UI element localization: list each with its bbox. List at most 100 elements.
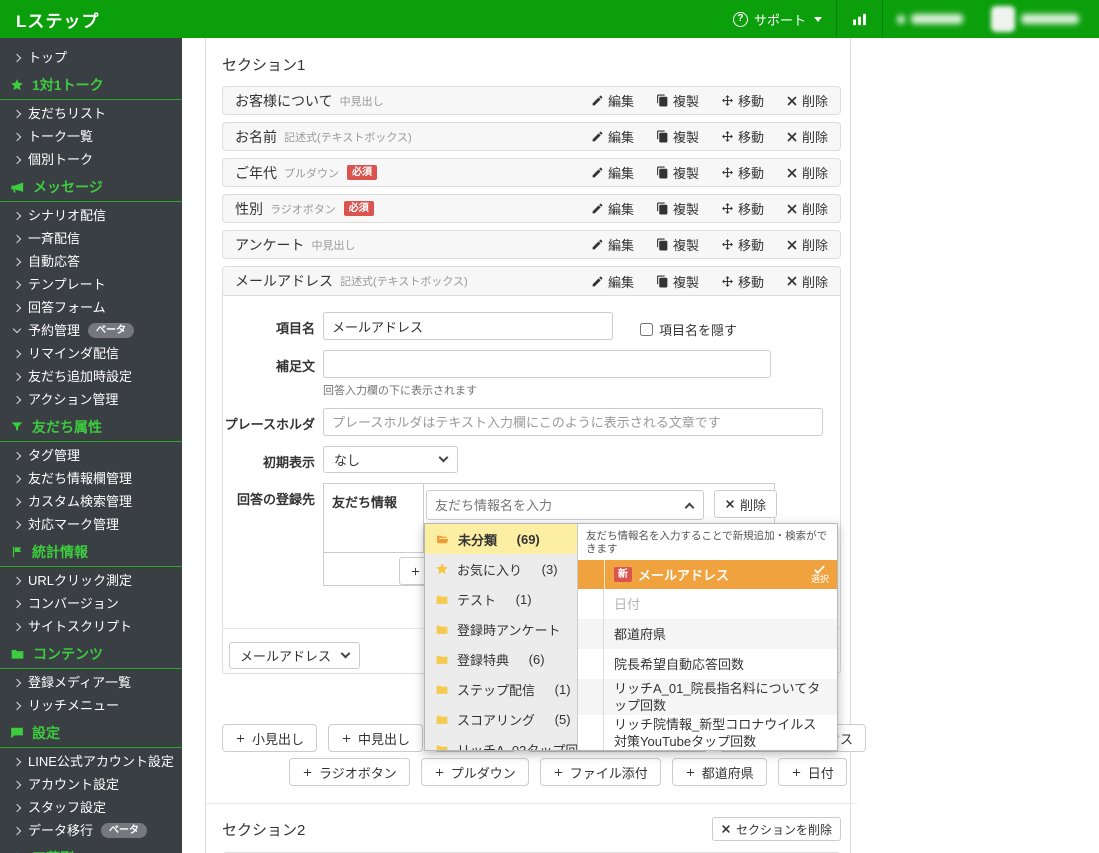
sidebar-item-friend-list[interactable]: 友だちリスト <box>0 102 182 125</box>
duplicate-button[interactable]: 複製 <box>656 163 699 182</box>
delete-button[interactable]: 削除 <box>786 127 828 146</box>
sidebar-item-conversion[interactable]: コンバージョン <box>0 592 182 615</box>
app-logo[interactable]: Lステップ <box>0 7 115 32</box>
edit-button[interactable]: 編集 <box>591 91 634 110</box>
field-type-select[interactable]: メールアドレス <box>229 642 360 669</box>
sidebar-item-template[interactable]: テンプレート <box>0 273 182 296</box>
add-radio-button[interactable]: ラジオボタン <box>289 758 410 786</box>
sidebar-item-mark-manage[interactable]: 対応マーク管理 <box>0 513 182 536</box>
sidebar-item-data-migration[interactable]: データ移行 ベータ <box>0 819 182 842</box>
category-uncategorized[interactable]: 未分類 (69) <box>425 524 577 554</box>
sidebar-item-answer-form[interactable]: 回答フォーム <box>0 296 182 319</box>
sidebar-item-line-official[interactable]: LINE公式アカウント設定 <box>0 750 182 773</box>
dropdown-selected-item[interactable]: 新 メールアドレス 選択 <box>578 560 837 589</box>
form-row-age[interactable]: ご年代 プルダウン 必須 編集 複製 移動 削除 <box>222 158 841 187</box>
sidebar-item-friend-info-manage[interactable]: 友だち情報欄管理 <box>0 467 182 490</box>
form-row-survey-heading[interactable]: アンケート 中見出し 編集 複製 移動 削除 <box>222 230 841 259</box>
category-registration-survey[interactable]: 登録時アンケート (6) <box>425 614 577 644</box>
destination-delete-button[interactable]: 削除 <box>714 490 778 518</box>
dropdown-item[interactable]: 都道府県 <box>578 619 837 649</box>
sidebar-item-tag-manage[interactable]: タグ管理 <box>0 444 182 467</box>
add-medium-heading-button[interactable]: 中見出し <box>328 724 424 752</box>
duplicate-button[interactable]: 複製 <box>656 91 699 110</box>
add-prefecture-button[interactable]: 都道府県 <box>671 758 767 786</box>
form-row-gender[interactable]: 性別 ラジオボタン 必須 編集 複製 移動 削除 <box>222 194 841 223</box>
move-button[interactable]: 移動 <box>721 199 764 218</box>
sidebar-item-reservation[interactable]: 予約管理 ベータ <box>0 319 182 342</box>
duplicate-button[interactable]: 複製 <box>656 199 699 218</box>
category-rich-a03[interactable]: リッチA_03タップ回数 <box>425 734 577 750</box>
select-action[interactable]: 選択 <box>811 565 837 584</box>
edit-button[interactable]: 編集 <box>591 272 634 291</box>
sidebar-header-stats[interactable]: 統計情報 <box>0 536 182 567</box>
sidebar-item-url-click[interactable]: URLクリック測定 <box>0 569 182 592</box>
delete-button[interactable]: 削除 <box>786 163 828 182</box>
placeholder-input[interactable] <box>323 408 823 436</box>
sidebar-item-autoreply[interactable]: 自動応答 <box>0 250 182 273</box>
sidebar-item-top[interactable]: トップ <box>0 46 182 69</box>
delete-button[interactable]: 削除 <box>786 235 828 254</box>
stats-button[interactable] <box>837 0 882 38</box>
category-test[interactable]: テスト (1) <box>425 584 577 614</box>
account-plan-blurred[interactable] <box>883 0 977 38</box>
sidebar-item-site-script[interactable]: サイトスクリプト <box>0 615 182 638</box>
move-button[interactable]: 移動 <box>721 127 764 146</box>
move-button[interactable]: 移動 <box>721 91 764 110</box>
edit-button[interactable]: 編集 <box>591 163 634 182</box>
edit-button[interactable]: 編集 <box>591 199 634 218</box>
add-file-attach-button[interactable]: ファイル添付 <box>539 758 661 786</box>
category-step-delivery[interactable]: ステップ配信 (1) <box>425 674 577 704</box>
sidebar-item-custom-search[interactable]: カスタム検索管理 <box>0 490 182 513</box>
friend-info-combobox[interactable] <box>426 490 704 520</box>
edit-button[interactable]: 編集 <box>591 235 634 254</box>
dropdown-item[interactable]: 院長希望自動応答回数 <box>578 649 837 679</box>
sidebar-item-friend-add-setting[interactable]: 友だち追加時設定 <box>0 365 182 388</box>
hide-item-name-checkbox[interactable] <box>640 323 653 336</box>
add-date-button[interactable]: 日付 <box>777 758 847 786</box>
add-pulldown-button[interactable]: プルダウン <box>420 758 529 786</box>
sidebar-header-friend-attr[interactable]: 友だち属性 <box>0 411 182 442</box>
support-menu[interactable]: ? サポート <box>719 0 836 38</box>
sidebar-item-scenario[interactable]: シナリオ配信 <box>0 204 182 227</box>
delete-button[interactable]: 削除 <box>786 199 828 218</box>
initial-display-select[interactable]: なし <box>323 446 458 473</box>
category-scoring[interactable]: スコアリング (5) <box>425 704 577 734</box>
sidebar-header-settings[interactable]: 設定 <box>0 717 182 748</box>
form-row-customer-heading[interactable]: お客様について 中見出し 編集 複製 移動 削除 <box>222 86 841 115</box>
edit-button[interactable]: 編集 <box>591 127 634 146</box>
item-name-input[interactable] <box>323 312 613 340</box>
expanded-field-header[interactable]: メールアドレス 記述式(テキストボックス) 編集 複製 移動 削除 <box>223 267 840 296</box>
sidebar-item-media-list[interactable]: 登録メディア一覧 <box>0 671 182 694</box>
sidebar-item-broadcast[interactable]: 一斉配信 <box>0 227 182 250</box>
sidebar-item-individual-talk[interactable]: 個別トーク <box>0 148 182 171</box>
dropdown-item[interactable]: リッチA_01_院長指名料についてタップ回数 <box>578 679 837 715</box>
move-button[interactable]: 移動 <box>721 235 764 254</box>
friend-info-combobox-input[interactable] <box>435 497 686 513</box>
form-row-name[interactable]: お名前 記述式(テキストボックス) 編集 複製 移動 削除 <box>222 122 841 151</box>
hide-item-name-option[interactable]: 項目名を隠す <box>640 312 737 340</box>
sidebar-item-staff-setting[interactable]: スタッフ設定 <box>0 796 182 819</box>
sidebar-header-message[interactable]: メッセージ <box>0 171 182 202</box>
user-menu-blurred[interactable] <box>977 0 1099 38</box>
delete-section-button[interactable]: セクションを削除 <box>711 817 841 841</box>
duplicate-button[interactable]: 複製 <box>656 235 699 254</box>
category-registration-bonus[interactable]: 登録特典 (6) <box>425 644 577 674</box>
delete-button[interactable]: 削除 <box>786 272 828 291</box>
sidebar-item-rich-menu[interactable]: リッチメニュー <box>0 694 182 717</box>
duplicate-button[interactable]: 複製 <box>656 272 699 291</box>
sidebar-item-action-manage[interactable]: アクション管理 <box>0 388 182 411</box>
note-input[interactable] <box>323 350 771 378</box>
dropdown-item[interactable]: リッチ院情報_新型コロナウイルス対策YouTubeタップ回数 <box>578 714 837 750</box>
move-button[interactable]: 移動 <box>721 163 764 182</box>
move-button[interactable]: 移動 <box>721 272 764 291</box>
sidebar-header-user[interactable]: 工藤剛 <box>0 842 182 853</box>
dropdown-item[interactable]: 日付 <box>578 589 837 619</box>
sidebar-item-reminder[interactable]: リマインダ配信 <box>0 342 182 365</box>
sidebar-item-talk-list[interactable]: トーク一覧 <box>0 125 182 148</box>
duplicate-button[interactable]: 複製 <box>656 127 699 146</box>
sidebar-item-account-setting[interactable]: アカウント設定 <box>0 773 182 796</box>
add-small-heading-button[interactable]: 小見出し <box>222 724 318 752</box>
sidebar-header-1to1talk[interactable]: 1対1トーク <box>0 69 182 100</box>
delete-button[interactable]: 削除 <box>786 91 828 110</box>
sidebar-header-contents[interactable]: コンテンツ <box>0 638 182 669</box>
